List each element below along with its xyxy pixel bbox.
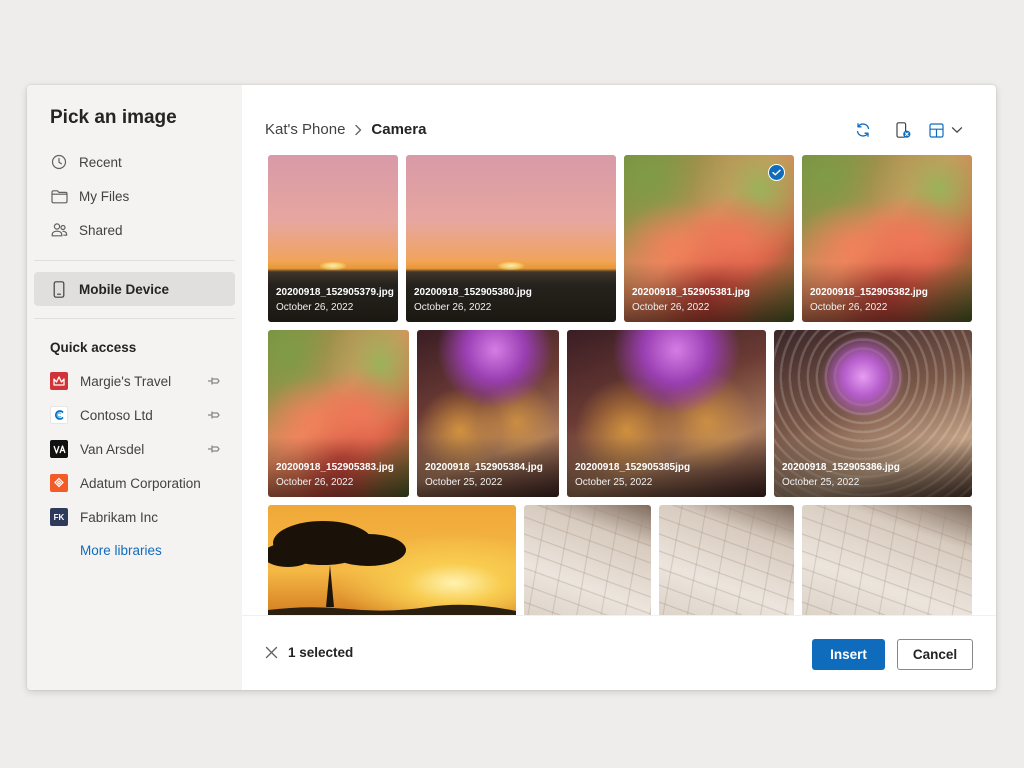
photo-tile[interactable]: 20200918_152905379.jpg October 26, 2022: [268, 155, 398, 322]
chevron-right-icon: [354, 124, 362, 136]
chevron-down-icon[interactable]: [951, 120, 963, 140]
photo-filename: 20200918_152905384.jpg: [425, 462, 543, 473]
breadcrumb: Kat's Phone Camera: [265, 121, 426, 138]
photo-tile[interactable]: 20200918_152905382.jpg October 26, 2022: [802, 155, 972, 322]
image-picker-dialog: Pick an image Recent My Files Shared Mob…: [27, 85, 996, 690]
quick-access-van-arsdel[interactable]: Van Arsdel: [34, 432, 235, 466]
photo-filename: 20200918_152905380.jpg: [414, 287, 532, 298]
photo-tile[interactable]: 20200918_152905386.jpg October 25, 2022: [774, 330, 972, 497]
pin-icon[interactable]: [207, 409, 221, 424]
dialog-title: Pick an image: [50, 107, 177, 128]
divider: [34, 318, 235, 319]
van-arsdel-logo: [50, 440, 68, 458]
quick-access-label: Fabrikam Inc: [80, 509, 159, 525]
nav-item-recent[interactable]: Recent: [34, 145, 235, 179]
photo-grid: Kat's Phone Camera 20200918_152905379.jp…: [242, 85, 996, 615]
selection-info: 1 selected: [265, 645, 353, 660]
people-icon: [50, 221, 68, 239]
quick-access-heading: Quick access: [50, 340, 137, 355]
photo-filename: 20200918_152905381.jpg: [632, 287, 750, 298]
photo-tile[interactable]: [268, 505, 516, 615]
nav-label: My Files: [79, 188, 130, 204]
photo-date: October 26, 2022: [276, 302, 354, 313]
photo-tile[interactable]: [802, 505, 972, 615]
nav-label: Shared: [79, 222, 123, 238]
nav-item-shared[interactable]: Shared: [34, 213, 235, 247]
dialog-footer: 1 selected Insert Cancel: [242, 615, 996, 690]
photo-tile[interactable]: [524, 505, 651, 615]
breadcrumb-parent[interactable]: Kat's Phone: [265, 121, 345, 138]
quick-access-label: Margie's Travel: [80, 373, 172, 389]
pin-icon[interactable]: [207, 443, 221, 458]
photo-filename: 20200918_152905383.jpg: [276, 462, 394, 473]
folder-icon: [50, 187, 68, 205]
margies-travel-logo: [50, 372, 68, 390]
sidebar: Pick an image Recent My Files Shared Mob…: [27, 85, 242, 690]
selected-count: 1 selected: [288, 645, 354, 660]
breadcrumb-current: Camera: [371, 121, 427, 138]
quick-access-adatum-corporation[interactable]: Adatum Corporation: [34, 466, 235, 500]
more-libraries-link[interactable]: More libraries: [80, 543, 162, 558]
divider: [34, 260, 235, 261]
photo-date: October 26, 2022: [810, 302, 888, 313]
quick-access-label: Adatum Corporation: [80, 475, 201, 491]
quick-access-label: Contoso Ltd: [80, 407, 153, 423]
quick-access-contoso-ltd[interactable]: Contoso Ltd: [34, 398, 235, 432]
clear-selection-icon[interactable]: [265, 646, 278, 659]
pin-icon[interactable]: [207, 375, 221, 390]
photo-date: October 25, 2022: [575, 477, 653, 488]
quick-access-fabrikam-inc[interactable]: FK Fabrikam Inc: [34, 500, 235, 534]
photo-filename: 20200918_152905379.jpg: [276, 287, 394, 298]
photo-filename: 20200918_152905386.jpg: [782, 462, 900, 473]
photo-filename: 20200918_152905385jpg: [575, 462, 691, 473]
fabrikam-logo: FK: [50, 508, 68, 526]
nav-item-mobile-device[interactable]: Mobile Device: [34, 272, 235, 306]
insert-button[interactable]: Insert: [812, 639, 885, 670]
sync-icon[interactable]: [855, 120, 871, 140]
photo-tile[interactable]: 20200918_152905383.jpg October 26, 2022: [268, 330, 409, 497]
photo-tile[interactable]: 20200918_152905384.jpg October 25, 2022: [417, 330, 559, 497]
photo-tile[interactable]: [659, 505, 794, 615]
adatum-logo: [50, 474, 68, 492]
photo-date: October 25, 2022: [782, 477, 860, 488]
tree-silhouette: [268, 521, 516, 615]
layout-icon[interactable]: [929, 120, 944, 140]
photo-date: October 25, 2022: [425, 477, 503, 488]
photo-date: October 26, 2022: [276, 477, 354, 488]
checkmark-icon[interactable]: [768, 164, 785, 181]
main-panel: Kat's Phone Camera 20200918_152905379.jp…: [242, 85, 996, 690]
photo-tile-selected[interactable]: 20200918_152905381.jpg October 26, 2022: [624, 155, 794, 322]
nav-item-my-files[interactable]: My Files: [34, 179, 235, 213]
photo-date: October 26, 2022: [414, 302, 492, 313]
photo-tile[interactable]: 20200918_152905380.jpg October 26, 2022: [406, 155, 616, 322]
quick-access-margies-travel[interactable]: Margie's Travel: [34, 364, 235, 398]
cancel-button[interactable]: Cancel: [897, 639, 973, 670]
device-remove-icon[interactable]: [895, 120, 911, 140]
quick-access-label: Van Arsdel: [80, 441, 145, 457]
photo-filename: 20200918_152905382.jpg: [810, 287, 928, 298]
nav-label: Recent: [79, 154, 122, 170]
clock-icon: [50, 153, 68, 171]
photo-date: October 26, 2022: [632, 302, 710, 313]
contoso-logo: [50, 406, 68, 424]
phone-icon: [50, 280, 68, 298]
photo-tile[interactable]: 20200918_152905385jpg October 25, 2022: [567, 330, 766, 497]
nav-label: Mobile Device: [79, 281, 170, 297]
